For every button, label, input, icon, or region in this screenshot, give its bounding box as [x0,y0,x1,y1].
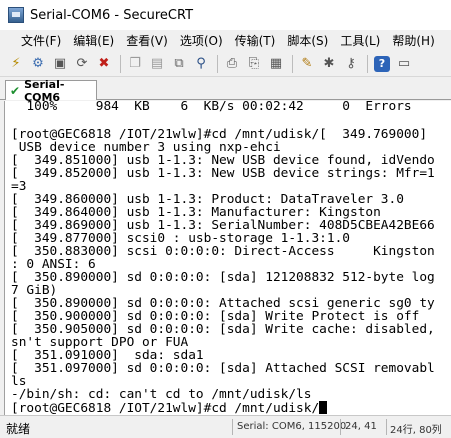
terminal-prompt: [root@GEC6818 /IOT/21wlw]#cd /mnt/udisk/ [11,401,320,416]
terminal-line: [ 349.852000] usb 1-1.3: New USB device … [11,166,435,181]
window-title: Serial-COM6 - SecureCRT [30,7,194,23]
toolbar-separator [217,54,218,73]
copy-icon[interactable]: ❐ [125,54,145,74]
tab-serial-com6[interactable]: ✔ Serial-COM6 [5,78,97,104]
disconnect-icon[interactable]: ✖ [94,54,114,74]
copy-paste-icon[interactable]: ⧉ [169,54,189,74]
session-options-icon[interactable]: ✎ [297,54,317,74]
print-setup-icon[interactable]: ▦ [266,54,286,74]
status-divider [232,419,233,435]
toolbar-separator [292,54,293,73]
print-selection-icon[interactable]: ⎘ [244,54,264,74]
menu-edit[interactable]: 编辑(E) [70,32,123,49]
paste-icon[interactable]: ▤ [147,54,167,74]
terminal-line: 100% 984 KB 6 KB/s 00:02:42 0 Errors [11,101,412,114]
toolbar: ⚡ ⚙ ▣ ⟳ ✖ ❐ ▤ ⧉ ⚲ ⎙ ⎘ ▦ ✎ ✱ ⚷ ? ▭ [0,51,451,77]
securecrt-app-icon [8,7,24,23]
tab-label: Serial-COM6 [24,77,65,104]
connect-in-tab-icon[interactable]: ▣ [50,54,70,74]
reconnect-icon[interactable]: ⟳ [72,54,92,74]
menu-script[interactable]: 脚本(S) [284,32,337,49]
terminal-prompt-line[interactable]: [root@GEC6818 /IOT/21wlw]#cd /mnt/udisk/ [11,401,328,416]
menu-transfer[interactable]: 传输(T) [232,32,285,49]
status-cursor-position: 24, 41 [345,421,377,432]
find-icon[interactable]: ⚲ [191,54,211,74]
menu-file[interactable]: 文件(F) [18,32,70,49]
menu-options[interactable]: 选项(O) [177,32,232,49]
help-icon[interactable]: ? [372,54,392,74]
status-divider [386,419,387,435]
menu-view[interactable]: 查看(V) [123,32,177,49]
keymap-icon[interactable]: ⚷ [341,54,361,74]
status-bar: 就绪 Serial: COM6, 115200 24, 41 24行, 80列 [0,415,451,438]
terminal-line: [ 350.890000] sd 0:0:0:0: [sda] 12120883… [11,270,435,285]
status-ready: 就绪 [6,422,31,436]
session-tab-bar: ✔ Serial-COM6 [0,78,451,104]
title-bar: Serial-COM6 - SecureCRT [0,0,451,30]
status-connection: Serial: COM6, 115200 [237,421,347,432]
connect-icon[interactable]: ⚡ [6,54,26,74]
global-options-icon[interactable]: ✱ [319,54,339,74]
terminal-line: -/bin/sh: cd: can't cd to /mnt/udisk/ls [11,387,312,402]
connected-check-icon: ✔ [10,83,21,98]
help-topics-icon[interactable]: ▭ [394,54,414,74]
print-icon[interactable]: ⎙ [222,54,242,74]
menu-tools[interactable]: 工具(L) [337,32,389,49]
terminal-line: [ 351.097000] sd 0:0:0:0: [sda] Attached… [11,361,435,376]
toolbar-separator [367,54,368,73]
menu-bar: 文件(F) 编辑(E) 查看(V) 选项(O) 传输(T) 脚本(S) 工具(L… [0,30,451,50]
terminal-cursor [319,401,328,414]
terminal-output[interactable]: 100% 984 KB 6 KB/s 00:02:42 0 Errors [ro… [4,101,451,415]
menu-help[interactable]: 帮助(H) [389,32,443,49]
status-divider [340,419,341,435]
toolbar-separator [120,54,121,73]
status-terminal-size: 24行, 80列 [390,425,442,436]
quick-connect-icon[interactable]: ⚙ [28,54,48,74]
